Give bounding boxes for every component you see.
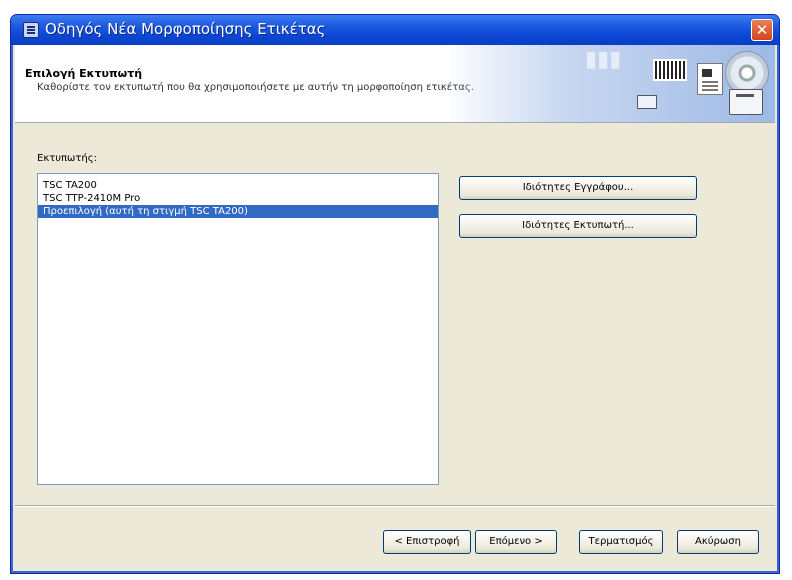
list-item[interactable]: TSC TA200 [38, 179, 438, 192]
list-item[interactable]: TSC TTP-2410M Pro [38, 192, 438, 205]
finish-button[interactable]: Τερματισμός [579, 530, 663, 554]
banner-watermark: ▮▮▮ [585, 47, 622, 72]
next-button[interactable]: Επόμενο > [475, 530, 557, 554]
window-title: Οδηγός Νέα Μορφοποίησης Ετικέτας [45, 20, 326, 38]
back-button[interactable]: < Επιστροφή [383, 530, 471, 554]
close-icon: ✕ [755, 21, 769, 39]
list-item-selected[interactable]: Προεπιλογή (αυτή τη στιγμή TSC TA200) [38, 205, 438, 218]
document-properties-button[interactable]: Ιδιότητες Εγγράφου... [459, 176, 697, 200]
step-description: Καθορίστε τον εκτυπωτή που θα χρησιμοποι… [37, 82, 474, 93]
app-icon [23, 22, 39, 38]
printer-icon [729, 89, 763, 115]
step-title: Επιλογή Εκτυπωτή [25, 67, 143, 80]
printer-list[interactable]: TSC TA200 TSC TTP-2410M Pro Προεπιλογή (… [37, 173, 439, 485]
title-bar[interactable]: Οδηγός Νέα Μορφοποίησης Ετικέτας ✕ [11, 15, 779, 45]
wizard-window: Οδηγός Νέα Μορφοποίησης Ετικέτας ✕ Επιλο… [10, 14, 780, 574]
cancel-button[interactable]: Ακύρωση [677, 530, 759, 554]
printer-properties-button[interactable]: Ιδιότητες Εκτυπωτή... [459, 214, 697, 238]
wizard-header: Επιλογή Εκτυπωτή Καθορίστε τον εκτυπωτή … [15, 45, 775, 123]
footer-divider [15, 505, 775, 507]
close-button[interactable]: ✕ [751, 19, 773, 41]
printer-list-label: Εκτυπωτής: [37, 153, 98, 164]
barcode-icon [653, 59, 687, 81]
document-icon [697, 63, 723, 95]
small-printer-icon [637, 95, 657, 109]
header-banner: ▮▮▮ [445, 45, 775, 122]
